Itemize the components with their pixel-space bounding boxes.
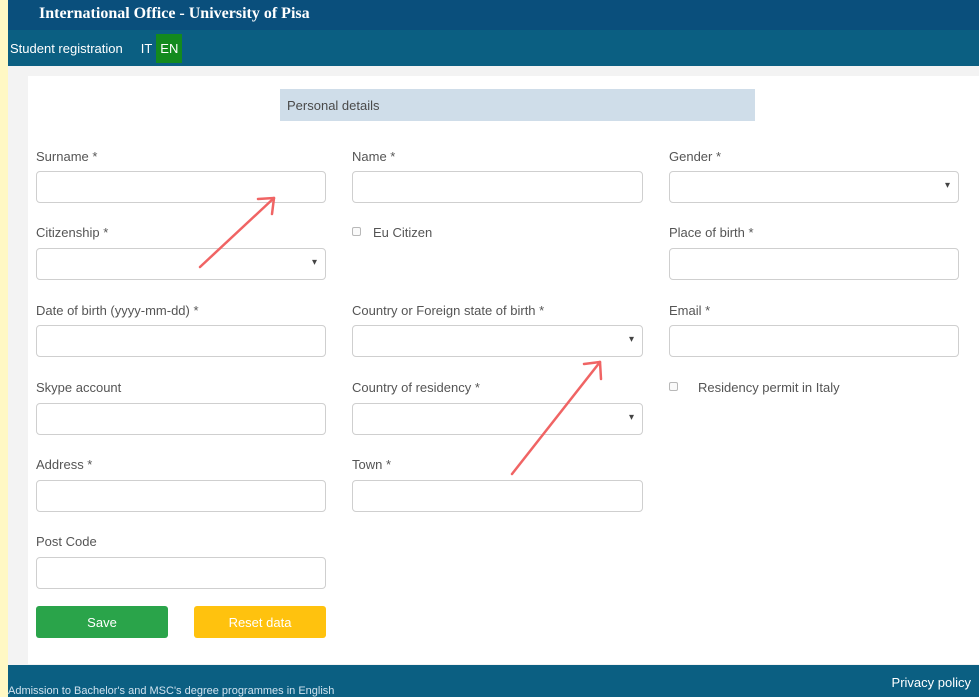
citizenship-label: Citizenship *: [36, 225, 109, 240]
email-label: Email *: [669, 303, 711, 318]
surname-input[interactable]: [36, 171, 326, 203]
place-of-birth-input[interactable]: [669, 248, 959, 280]
residency-permit-label: Residency permit in Italy: [698, 380, 840, 395]
student-registration-link[interactable]: Student registration: [10, 41, 123, 56]
residency-permit-checkbox[interactable]: [669, 382, 678, 391]
gender-select[interactable]: [669, 171, 959, 203]
name-input[interactable]: [352, 171, 643, 203]
footer-programmes-link[interactable]: Admission to Bachelor's and MSC's degree…: [8, 685, 334, 697]
address-input[interactable]: [36, 480, 326, 512]
date-of-birth-label: Date of birth (yyyy-mm-dd) *: [36, 303, 199, 318]
name-label: Name *: [352, 149, 396, 164]
subnav: Student registration IT EN: [8, 33, 183, 63]
registration-form: Personal details Surname * Name * Gender…: [28, 76, 979, 664]
country-of-birth-label: Country or Foreign state of birth *: [352, 303, 545, 318]
privacy-policy-link[interactable]: Privacy policy: [875, 665, 975, 697]
eu-citizen-checkbox[interactable]: [352, 227, 361, 236]
town-input[interactable]: [352, 480, 643, 512]
site-title: International Office - University of Pis…: [39, 5, 310, 22]
lang-en-button[interactable]: EN: [156, 33, 183, 63]
footer: Admission to Bachelor's and MSC's degree…: [8, 665, 979, 697]
gender-label: Gender *: [669, 149, 722, 164]
section-title: Personal details: [280, 89, 755, 121]
email-input[interactable]: [669, 325, 959, 357]
country-of-residency-select[interactable]: [352, 403, 643, 435]
place-of-birth-label: Place of birth *: [669, 225, 754, 240]
save-button[interactable]: Save: [36, 606, 168, 638]
eu-citizen-label: Eu Citizen: [373, 225, 433, 240]
skype-input[interactable]: [36, 403, 326, 435]
date-of-birth-input[interactable]: [36, 325, 326, 357]
lang-it-button[interactable]: IT: [137, 41, 157, 56]
reset-data-button[interactable]: Reset data: [194, 606, 326, 638]
citizenship-select[interactable]: [36, 248, 326, 280]
page-frame: International Office - University of Pis…: [8, 0, 979, 697]
country-of-birth-select[interactable]: [352, 325, 643, 357]
post-code-input[interactable]: [36, 557, 326, 589]
country-of-residency-label: Country of residency *: [352, 380, 480, 395]
skype-label: Skype account: [36, 380, 122, 395]
post-code-label: Post Code: [36, 534, 97, 549]
header: International Office - University of Pis…: [8, 0, 979, 66]
surname-label: Surname *: [36, 149, 98, 164]
town-label: Town *: [352, 457, 392, 472]
address-label: Address *: [36, 457, 93, 472]
